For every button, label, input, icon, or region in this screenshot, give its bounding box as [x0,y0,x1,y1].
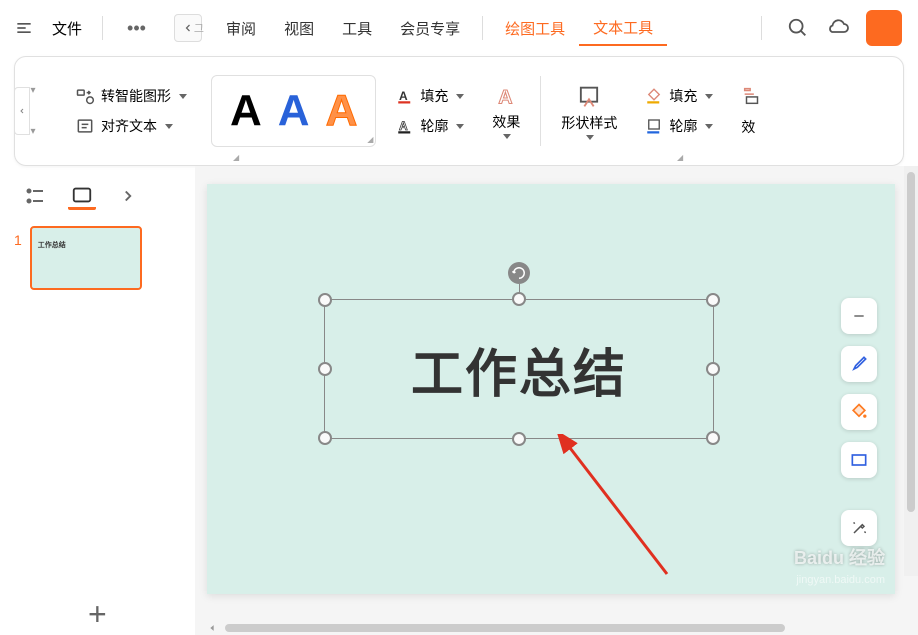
shape-fill-label: 填充 [669,86,697,106]
outline-view-icon[interactable] [22,182,50,210]
horizontal-scrollbar[interactable] [207,621,904,635]
divider [102,16,103,40]
svg-text:A: A [499,86,513,108]
align-text-label: 对齐文本 [101,116,157,136]
smart-shape-label: 转智能图形 [101,86,171,106]
ribbon-toolbar: ▾▾ 转智能图形 对齐文本 A A A ◢ A 填充 A 轮廓 A [14,56,904,166]
ribbon-separator [540,76,541,146]
resize-handle-tr[interactable] [706,293,720,307]
text-fill-button[interactable]: A 填充 [396,86,464,106]
shape-style-button[interactable]: 形状样式 [561,83,617,140]
text-effect-button[interactable]: A 效果 [492,84,520,139]
ribbon-group-shape-fill: 填充 轮廓 [637,86,721,136]
fill-label: 填充 [420,86,448,106]
ribbon-collapse-button[interactable] [14,87,30,135]
watermark-url: jingyan.baidu.com [796,574,885,586]
top-right-tools [753,10,902,46]
hamburger-menu-icon[interactable] [8,12,40,44]
next-icon[interactable] [114,182,142,210]
divider [482,16,483,40]
effect-label: 效果 [492,112,520,132]
divider [761,16,762,40]
resize-handle-br[interactable] [706,431,720,445]
resize-handle-tm[interactable] [512,292,526,306]
font-style-orange[interactable]: A [326,86,358,136]
shape-fill-button[interactable]: 填充 [645,86,713,106]
search-icon[interactable] [786,16,810,40]
resize-handle-bm[interactable] [512,432,526,446]
view-switcher [14,178,181,226]
floating-toolbar [841,298,877,546]
slide-thumbnail[interactable]: 工作总结 [30,226,142,290]
selected-text-box[interactable]: 工作总结 [324,299,714,439]
slide-thumb-1[interactable]: 1 工作总结 [14,226,181,290]
top-bar: 文件 ••• 그 审阅 视图 工具 会员专享 绘图工具 文本工具 [0,0,918,56]
font-style-gallery[interactable]: A A A [211,75,376,147]
gallery-expand-icon[interactable]: ◢ [367,135,373,144]
ribbon-group-shape: 转智能图形 对齐文本 [51,84,199,138]
user-profile-button[interactable] [866,10,902,46]
workspace: 1 工作总结 工作总结 [0,166,918,635]
text-content[interactable]: 工作总结 [411,332,627,407]
ribbon-group-text-fill: A 填充 A 轮廓 [388,86,472,136]
shape-style-label: 形状样式 [561,113,617,133]
tab-review[interactable]: 审阅 [212,12,270,45]
canvas-area: 工作总结 [195,166,918,635]
slide-canvas[interactable]: 工作总结 [207,184,895,594]
shape-outline-button[interactable]: 轮廓 [645,116,713,136]
brush-button[interactable] [841,346,877,382]
tab-text-tools[interactable]: 文本工具 [579,11,667,46]
slide-number: 1 [14,232,22,248]
tab-draw-tools[interactable]: 绘图工具 [491,12,579,45]
svg-text:A: A [399,89,408,103]
tab-member[interactable]: 会员专享 [386,12,474,45]
nav-indicator: 그 [194,20,204,36]
vertical-scrollbar[interactable] [904,166,918,576]
tab-tools[interactable]: 工具 [328,12,386,45]
border-button[interactable] [841,442,877,478]
magic-button[interactable] [841,510,877,546]
cloud-icon[interactable] [826,16,850,40]
minus-button[interactable] [841,298,877,334]
thumb-text: 工作总结 [38,242,66,249]
add-slide-button[interactable]: + [88,596,107,633]
file-menu[interactable]: 文件 [44,14,90,43]
shape-outline-label: 轮廓 [669,116,697,136]
ribbon-group-text-effect: A 效果 [484,84,528,139]
resize-handle-tl[interactable] [318,293,332,307]
main-tabs: 审阅 视图 工具 会员专享 绘图工具 文本工具 [212,11,749,46]
watermark-brand: Baidu 经验 [794,544,885,570]
resize-handle-ml[interactable] [318,362,332,376]
shape-effect-icon[interactable] [741,85,763,107]
ribbon-group-shape-style: 形状样式 [553,83,625,140]
shape-effect-button[interactable]: 效 [741,117,763,137]
shape-effect-label: 效 [741,117,755,137]
align-text-button[interactable]: 对齐文本 [71,114,191,138]
outline-label: 轮廓 [420,116,448,136]
rotate-handle[interactable] [508,262,530,284]
ribbon-group-shape-effect: 效 [733,85,771,137]
font-style-blue[interactable]: A [278,86,310,136]
paint-bucket-button[interactable] [841,394,877,430]
resize-handle-mr[interactable] [706,362,720,376]
group-expand-2[interactable]: ◢ [677,153,683,162]
thumbnail-view-icon[interactable] [68,182,96,210]
svg-text:A: A [399,119,408,133]
arrow-annotation [547,434,687,584]
resize-handle-bl[interactable] [318,431,332,445]
more-menu[interactable]: ••• [115,14,158,43]
slides-panel: 1 工作总结 [0,166,195,635]
font-style-black[interactable]: A [230,86,262,136]
text-outline-button[interactable]: A 轮廓 [396,116,464,136]
tab-view[interactable]: 视图 [270,12,328,45]
group-expand-1[interactable]: ◢ [233,153,239,162]
smart-shape-button[interactable]: 转智能图形 [71,84,191,108]
